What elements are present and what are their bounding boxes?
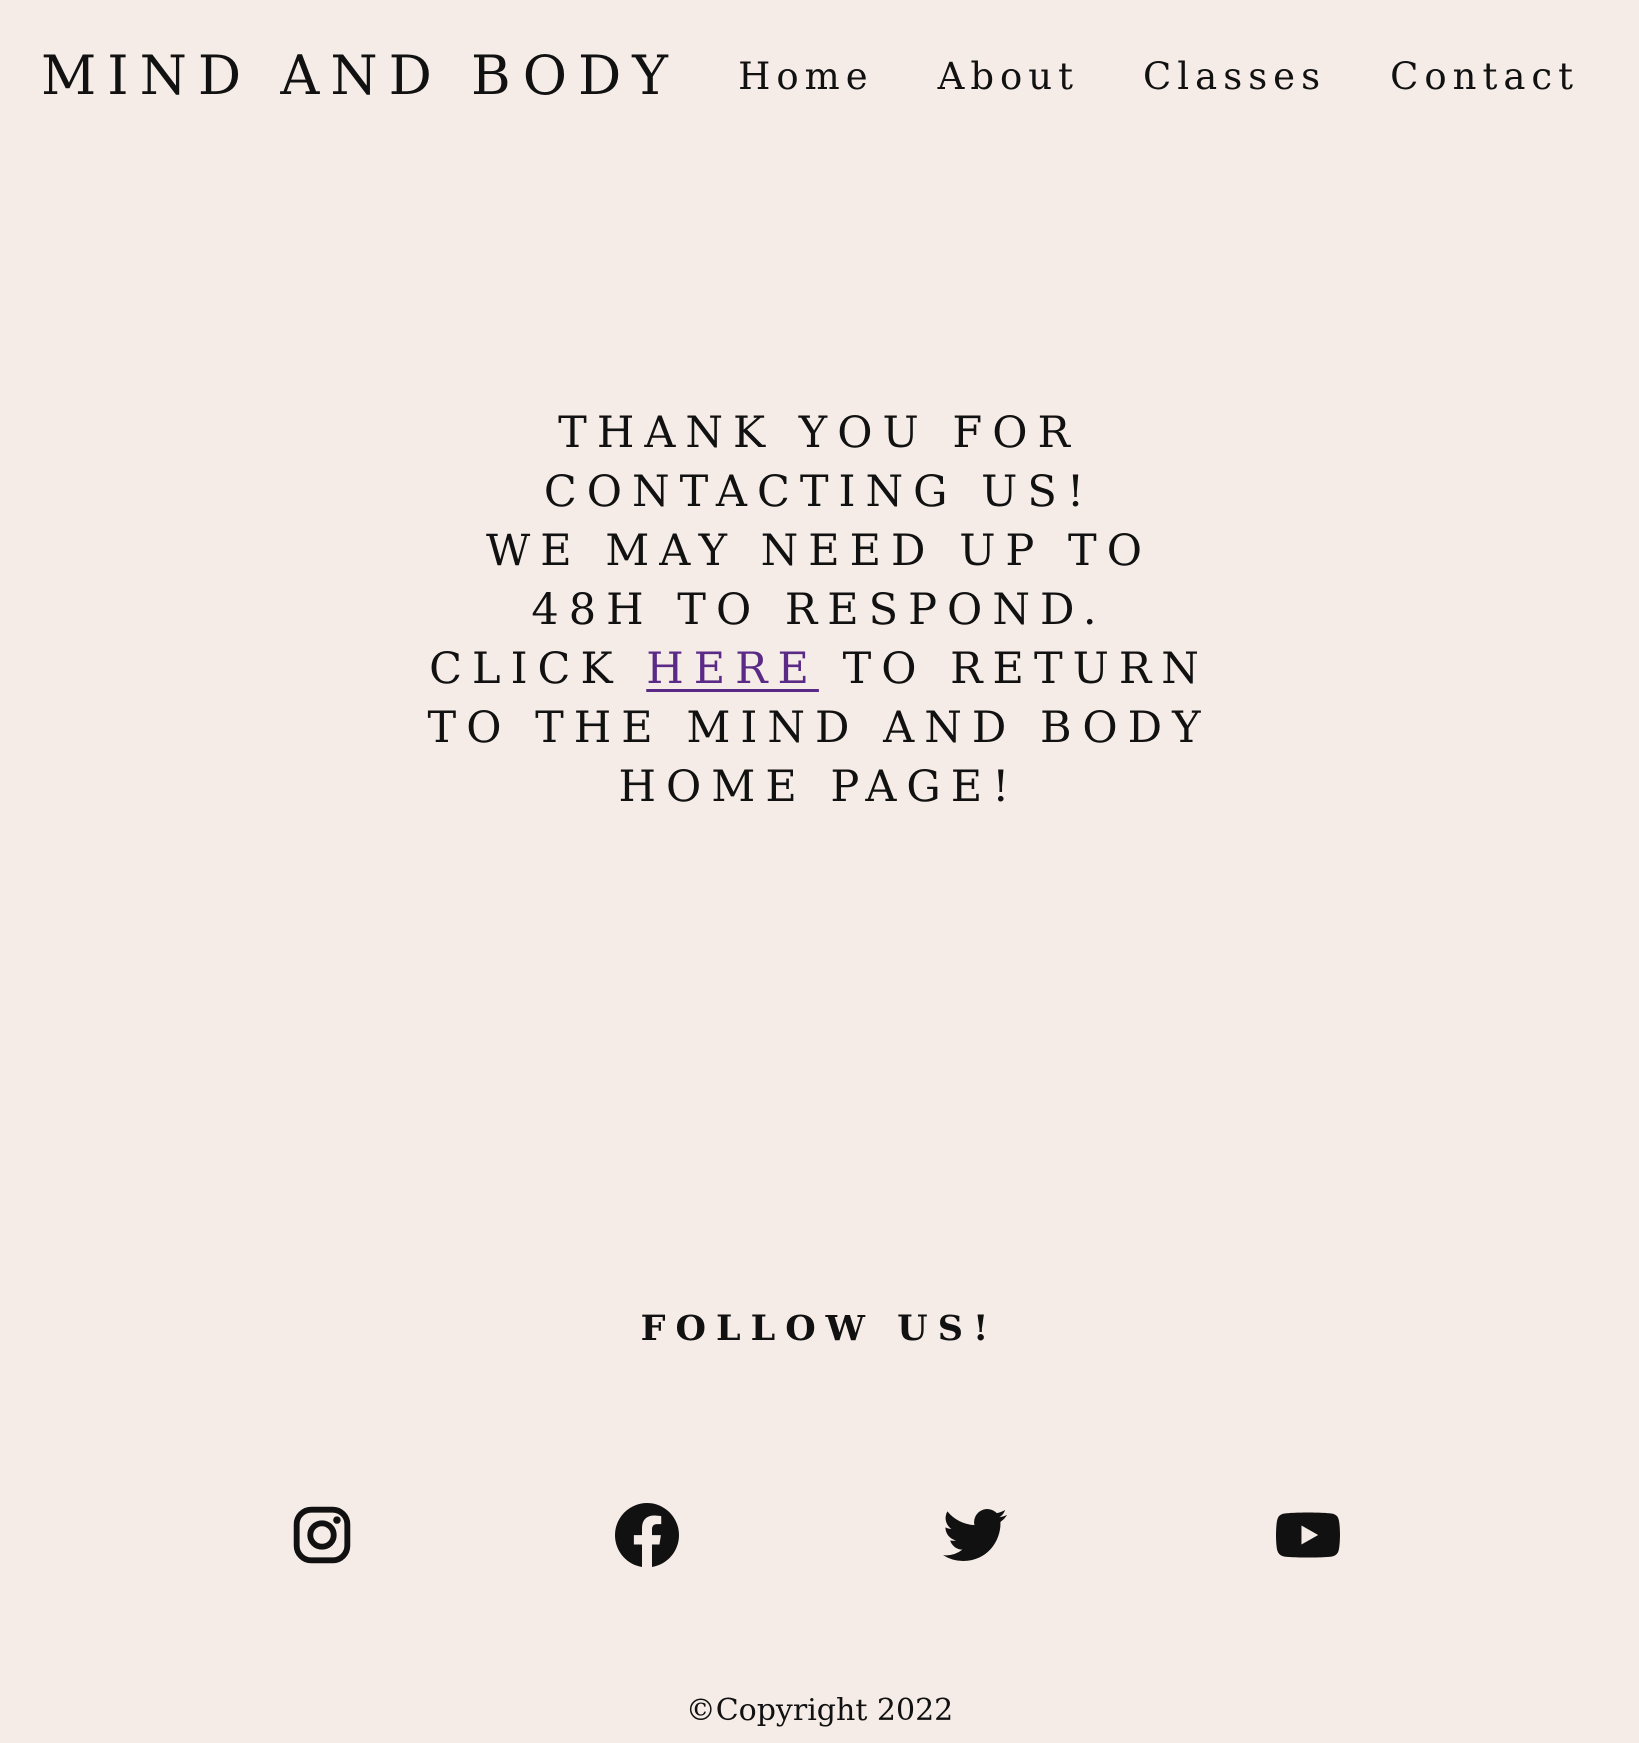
nav-link-classes[interactable]: Classes xyxy=(1143,52,1326,102)
message-return-text: TO RETURN xyxy=(818,644,1209,694)
youtube-icon[interactable] xyxy=(1276,1503,1340,1567)
twitter-icon[interactable] xyxy=(943,1503,1007,1567)
nav-link-about[interactable]: About xyxy=(938,52,1079,102)
follow-us-heading: FOLLOW US! xyxy=(640,1308,999,1349)
nav-link-home[interactable]: Home xyxy=(738,52,874,102)
facebook-icon[interactable] xyxy=(615,1503,679,1567)
brand-title: MIND AND BODY xyxy=(41,44,679,107)
thank-you-message: THANK YOU FOR CONTACTING US! WE MAY NEED… xyxy=(380,404,1258,817)
nav-link-contact[interactable]: Contact xyxy=(1390,52,1579,102)
copyright-text: ©Copyright 2022 xyxy=(685,1693,954,1728)
message-line-1: THANK YOU FOR xyxy=(558,408,1080,458)
message-line-7: HOME PAGE! xyxy=(618,762,1020,812)
message-line-3: WE MAY NEED UP TO xyxy=(486,526,1152,576)
message-line-6: TO THE MIND AND BODY xyxy=(427,703,1211,753)
message-line-5: CLICK HERE TO RETURN xyxy=(380,640,1258,699)
instagram-icon[interactable] xyxy=(290,1503,354,1567)
message-line-2: CONTACTING US! xyxy=(543,467,1095,517)
site-header: MIND AND BODY Home About Classes Contact xyxy=(0,0,1639,160)
main-nav: Home About Classes Contact xyxy=(738,52,1579,102)
message-line-4: 48H TO RESPOND. xyxy=(531,585,1107,635)
return-home-link[interactable]: HERE xyxy=(646,644,819,694)
message-click-text: CLICK xyxy=(429,644,647,694)
